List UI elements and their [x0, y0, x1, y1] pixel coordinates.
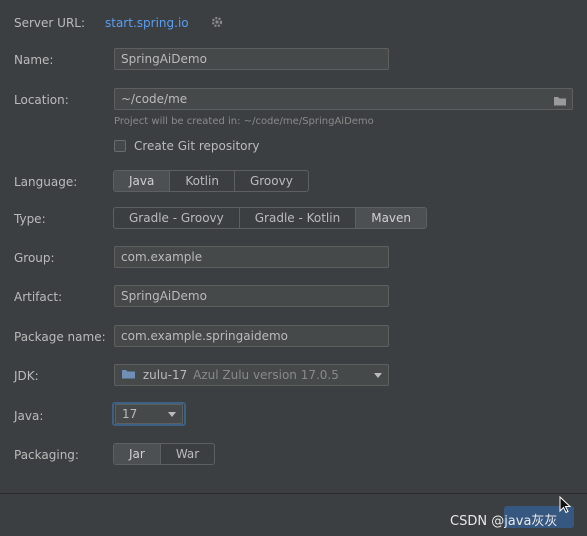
location-hint: Project will be created in: ~/code/me/Sp… — [114, 116, 374, 127]
chevron-down-icon — [168, 412, 176, 417]
type-selector: Gradle - Groovy Gradle - Kotlin Maven — [113, 207, 428, 229]
server-url-link[interactable]: start.spring.io — [105, 16, 189, 30]
packaging-option-jar[interactable]: Jar — [114, 444, 160, 464]
watermark: CSDN @java灰灰 — [450, 514, 558, 529]
name-field[interactable]: SpringAiDemo — [114, 48, 389, 70]
location-value: ~/code/me — [121, 92, 188, 106]
package-name-field[interactable]: com.example.springaidemo — [114, 325, 389, 347]
type-option-gradle-kotlin[interactable]: Gradle - Kotlin — [238, 208, 355, 228]
jdk-detail: Azul Zulu version 17.0.5 — [193, 368, 339, 382]
group-label: Group: — [14, 251, 55, 265]
location-label: Location: — [14, 93, 69, 107]
folder-icon[interactable] — [553, 93, 567, 113]
location-field[interactable]: ~/code/me — [114, 88, 573, 110]
language-selector: Java Kotlin Groovy — [113, 170, 309, 192]
packaging-label: Packaging: — [14, 448, 79, 462]
mouse-cursor-icon — [559, 495, 572, 517]
jdk-name: zulu-17 — [142, 368, 188, 382]
gear-icon[interactable] — [210, 15, 224, 32]
packaging-selector: Jar War — [113, 443, 216, 465]
footer-divider — [0, 493, 587, 494]
artifact-label: Artifact: — [14, 290, 63, 304]
name-label: Name: — [14, 53, 54, 67]
jdk-label: JDK: — [14, 369, 39, 383]
language-option-java[interactable]: Java — [114, 171, 170, 191]
chevron-down-icon — [374, 373, 382, 378]
java-version-value: 17 — [122, 407, 138, 421]
git-checkbox-label: Create Git repository — [134, 139, 260, 153]
java-version-dropdown[interactable]: 17 — [115, 404, 183, 424]
git-checkbox[interactable] — [114, 140, 126, 152]
artifact-field[interactable]: SpringAiDemo — [114, 285, 389, 307]
jdk-dropdown[interactable]: zulu-17 Azul Zulu version 17.0.5 — [114, 364, 389, 386]
packaging-option-war[interactable]: War — [159, 444, 214, 464]
type-label: Type: — [14, 212, 46, 226]
language-option-groovy[interactable]: Groovy — [233, 171, 308, 191]
java-label: Java: — [14, 409, 44, 423]
type-option-gradle-groovy[interactable]: Gradle - Groovy — [114, 208, 239, 228]
jdk-folder-icon — [121, 366, 136, 386]
java-version-dropdown-focus: 17 — [112, 402, 186, 426]
package-name-label: Package name: — [14, 330, 106, 344]
group-field[interactable]: com.example — [114, 246, 389, 268]
language-option-kotlin[interactable]: Kotlin — [169, 171, 234, 191]
language-label: Language: — [14, 175, 78, 189]
type-option-maven[interactable]: Maven — [355, 208, 427, 228]
server-url-label: Server URL: — [14, 16, 86, 30]
